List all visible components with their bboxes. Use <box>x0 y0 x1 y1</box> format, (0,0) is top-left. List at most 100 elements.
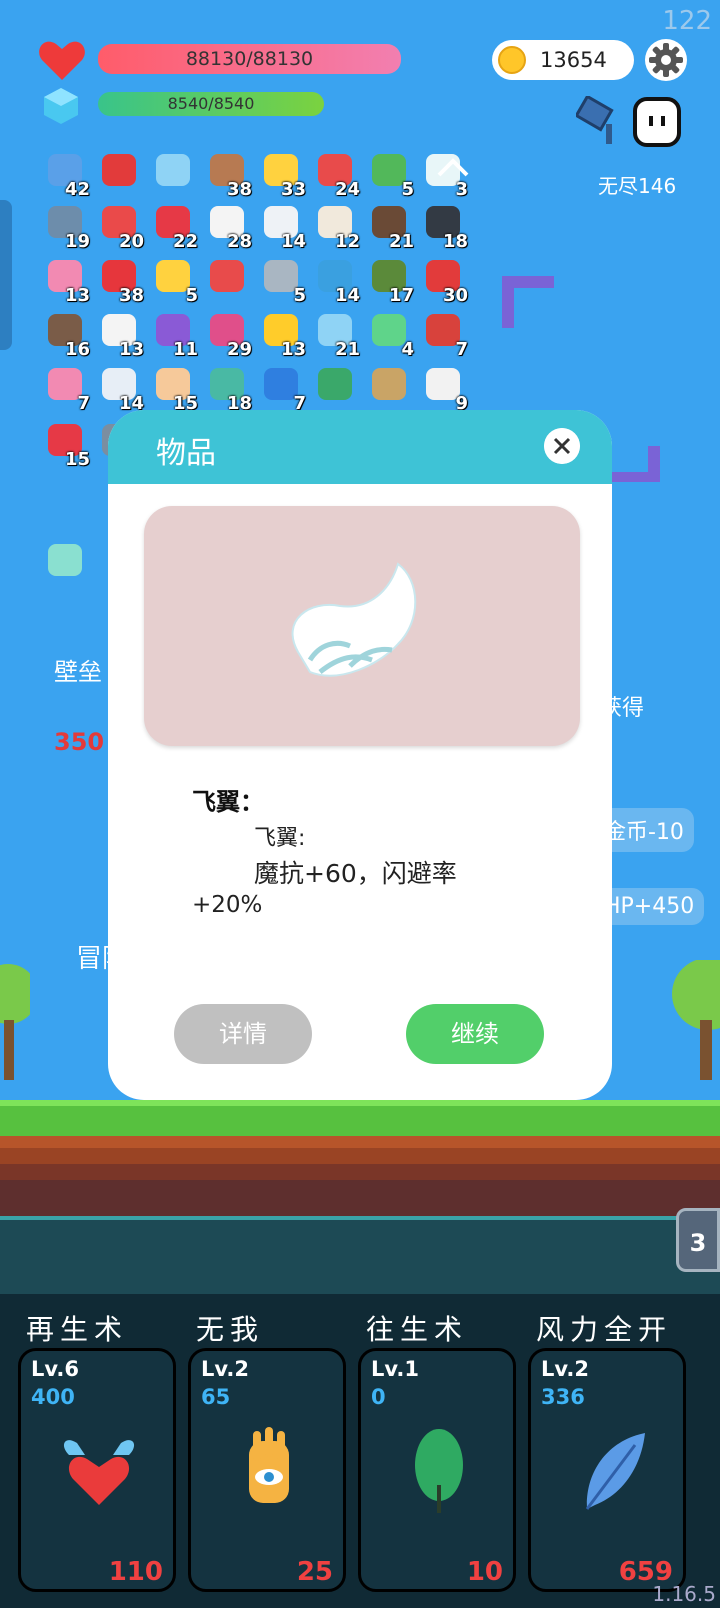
gem-icon <box>44 88 78 124</box>
wing-icon <box>291 562 417 677</box>
item-slot[interactable]: 17 <box>368 256 414 306</box>
eye-hand-icon <box>249 1427 289 1503</box>
skill-cost: 0 <box>371 1385 386 1409</box>
item-slot[interactable]: 19 <box>44 202 90 252</box>
coin-counter: 13654 <box>492 40 634 80</box>
item-slot[interactable]: 13 <box>98 310 144 360</box>
item-slot[interactable]: 11 <box>152 310 198 360</box>
item-slot[interactable]: 21 <box>368 202 414 252</box>
skill-name: 风力全开 <box>536 1313 673 1346</box>
item-slot[interactable]: 20 <box>98 202 144 252</box>
tree-icon <box>0 964 30 1080</box>
skill-name: 再生术 <box>26 1313 129 1346</box>
item-count: 21 <box>334 339 360 360</box>
skill-count: 25 <box>296 1557 333 1587</box>
item-slot[interactable] <box>98 150 142 194</box>
item-slot[interactable]: 12 <box>314 202 360 252</box>
item-slot[interactable]: 38 <box>206 150 252 200</box>
item-slot[interactable]: 15 <box>152 364 198 414</box>
item-slot[interactable]: 5 <box>368 150 414 200</box>
mp-bar: 8540/8540 <box>98 92 324 116</box>
item-desc-line2: +20% <box>192 892 263 918</box>
ghost-icon[interactable] <box>632 96 682 148</box>
item-slot[interactable]: 13 <box>44 256 90 306</box>
item-count: 42 <box>64 179 90 200</box>
item-count: 14 <box>280 231 306 252</box>
skill-count: 10 <box>466 1557 503 1587</box>
chevron-up-icon[interactable] <box>436 156 470 178</box>
skill-level: Lv.1 <box>371 1357 419 1381</box>
item-count: 21 <box>388 231 414 252</box>
item-count: 5 <box>293 285 306 306</box>
continue-button[interactable]: 继续 <box>406 1004 544 1064</box>
item-count: 16 <box>64 339 90 360</box>
item-count: 7 <box>77 393 90 414</box>
water-layer <box>0 1216 720 1298</box>
skill-cost: 336 <box>541 1385 585 1409</box>
item-slot[interactable]: 24 <box>314 150 360 200</box>
item-slot[interactable]: 28 <box>206 202 252 252</box>
item-slot[interactable] <box>368 364 412 408</box>
skill-level: Lv.2 <box>541 1357 589 1381</box>
magnet-icon <box>102 154 136 186</box>
close-icon[interactable] <box>544 428 580 464</box>
item-count: 20 <box>118 231 144 252</box>
item-count: 29 <box>226 339 252 360</box>
item-slot[interactable] <box>152 150 196 194</box>
corner-bracket <box>502 276 554 328</box>
item-slot[interactable]: 21 <box>314 310 360 360</box>
item-slot[interactable]: 9 <box>422 364 468 414</box>
item-slot[interactable]: 16 <box>44 310 90 360</box>
side-drawer-tab[interactable] <box>0 200 12 350</box>
item-slot[interactable] <box>314 364 358 408</box>
item-slot[interactable]: 7 <box>422 310 468 360</box>
item-slot[interactable]: 14 <box>98 364 144 414</box>
coin-icon <box>498 46 526 74</box>
item-slot[interactable] <box>44 540 88 584</box>
item-slot[interactable]: 15 <box>44 420 90 470</box>
item-slot[interactable]: 18 <box>206 364 252 414</box>
item-slot[interactable]: 42 <box>44 150 90 200</box>
skill-card[interactable]: Lv.2 336 659 <box>528 1348 686 1592</box>
skill-count: 110 <box>108 1557 163 1587</box>
item-modal: 物品 飞翼： 飞翼: 魔抗+60，闪避率 +20% 详情 继续 <box>108 410 612 1100</box>
fps-counter: 122 <box>662 6 712 36</box>
noose-icon <box>372 368 406 400</box>
item-count: 22 <box>172 231 198 252</box>
stage-badge[interactable]: 3 <box>676 1208 720 1272</box>
item-slot[interactable]: 13 <box>260 310 306 360</box>
item-count: 7 <box>455 339 468 360</box>
feather-icon <box>585 1433 645 1510</box>
skill-card[interactable]: Lv.2 65 25 <box>188 1348 346 1592</box>
item-count: 11 <box>172 339 198 360</box>
item-slot[interactable]: 14 <box>260 202 306 252</box>
item-slot[interactable]: 29 <box>206 310 252 360</box>
item-slot[interactable]: 14 <box>314 256 360 306</box>
item-count: 4 <box>401 339 414 360</box>
version-label: 1.16.5 <box>652 1582 716 1606</box>
item-count: 33 <box>280 179 306 200</box>
item-slot[interactable]: 18 <box>422 202 468 252</box>
skill-card[interactable]: Lv.1 0 10 <box>358 1348 516 1592</box>
bg-label-2: 350 <box>54 728 105 756</box>
coin-value: 13654 <box>540 48 607 72</box>
map-flag-icon[interactable] <box>576 96 630 148</box>
item-slot[interactable]: 4 <box>368 310 414 360</box>
item-count: 18 <box>442 231 468 252</box>
item-slot[interactable]: 5 <box>260 256 306 306</box>
item-slot[interactable]: 38 <box>98 256 144 306</box>
item-slot[interactable]: 33 <box>260 150 306 200</box>
item-slot[interactable]: 7 <box>260 364 306 414</box>
item-count: 12 <box>334 231 360 252</box>
item-slot[interactable]: 7 <box>44 364 90 414</box>
gear-icon[interactable] <box>644 38 688 82</box>
item-slot[interactable] <box>206 256 250 300</box>
details-button[interactable]: 详情 <box>174 1004 312 1064</box>
leaf-icon <box>415 1429 463 1513</box>
item-slot[interactable]: 22 <box>152 202 198 252</box>
skill-card[interactable]: Lv.6 400 110 <box>18 1348 176 1592</box>
item-count: 14 <box>334 285 360 306</box>
dirt-layer <box>0 1136 720 1216</box>
item-slot[interactable]: 5 <box>152 256 198 306</box>
item-slot[interactable]: 30 <box>422 256 468 306</box>
